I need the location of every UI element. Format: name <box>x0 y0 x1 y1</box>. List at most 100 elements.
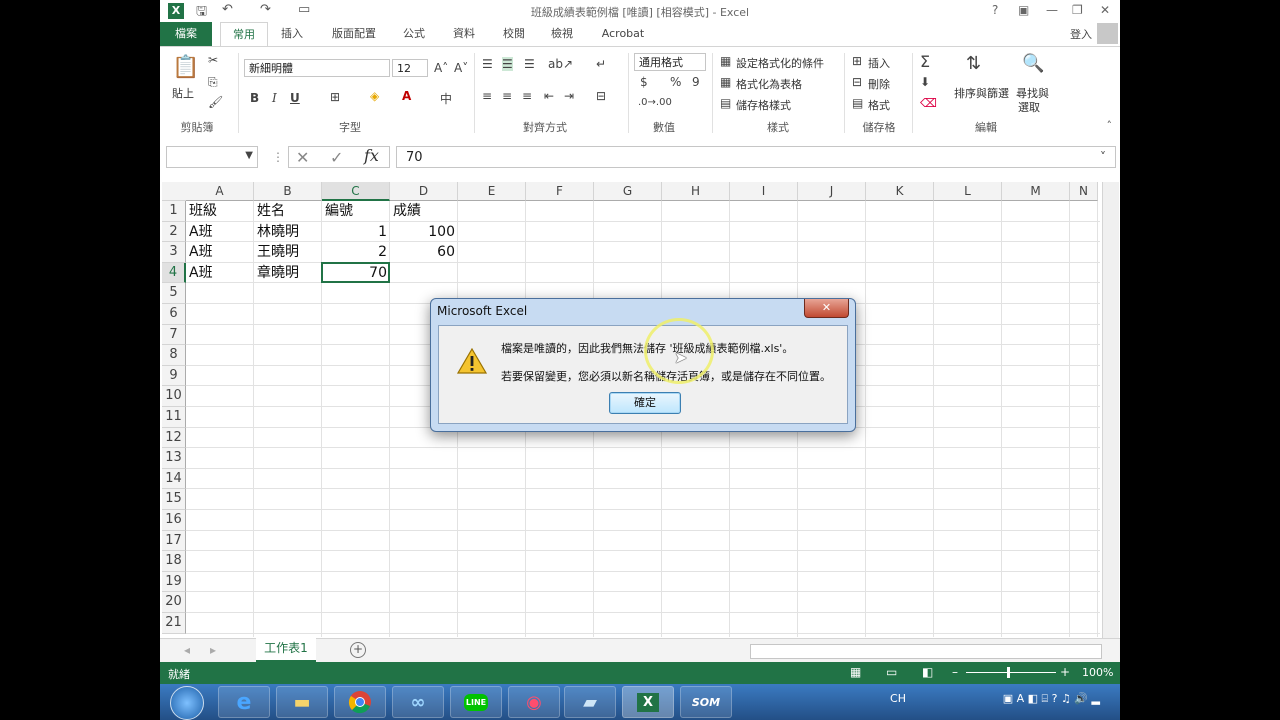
cell-b2[interactable]: 林曉明 <box>254 222 322 242</box>
column-header-j[interactable]: J <box>798 182 866 201</box>
tab-acrobat[interactable]: Acrobat <box>596 22 650 46</box>
ie-icon[interactable]: e <box>218 686 270 718</box>
align-left-icon[interactable]: ≡ <box>482 89 492 103</box>
find-select-icon[interactable]: 🔍 <box>1022 53 1044 74</box>
number-format-combo[interactable]: 通用格式 <box>634 53 706 71</box>
borders-icon[interactable]: ⊞ <box>330 90 340 104</box>
orientation-icon[interactable]: ab↗ <box>548 57 573 71</box>
row-header-7[interactable]: 7 <box>162 324 186 346</box>
row-header-20[interactable]: 20 <box>162 592 186 613</box>
autosum-icon[interactable]: Σ <box>920 52 930 71</box>
row-header-17[interactable]: 17 <box>162 530 186 552</box>
tab-home[interactable]: 常用 <box>220 22 268 47</box>
conditional-format-icon[interactable]: ▦ <box>720 54 731 68</box>
row-header-14[interactable]: 14 <box>162 468 186 490</box>
chrome-icon[interactable] <box>334 686 386 718</box>
sort-filter-button[interactable]: 排序與篩選 <box>954 85 1009 101</box>
cell-d3[interactable]: 60 <box>390 242 458 262</box>
restore-icon[interactable]: ❐ <box>1072 3 1083 17</box>
som-app-icon[interactable]: SOM <box>680 686 732 718</box>
row-header-9[interactable]: 9 <box>162 365 186 387</box>
zoom-in-icon[interactable]: + <box>1060 665 1070 679</box>
row-header-2[interactable]: 2 <box>162 221 186 243</box>
increase-indent-icon[interactable]: ⇥ <box>564 89 574 103</box>
row-header-13[interactable]: 13 <box>162 448 186 469</box>
italic-button[interactable]: I <box>272 91 277 105</box>
insert-cells-button[interactable]: 插入 <box>868 55 890 71</box>
system-tray-icons[interactable]: ▣ A ◧ ⌸ ? ♫ 🔊 ▂ <box>1003 692 1100 706</box>
start-button[interactable] <box>170 686 204 720</box>
cell-d1[interactable]: 成績 <box>390 201 458 221</box>
bold-button[interactable]: B <box>250 91 259 105</box>
font-name-combo[interactable]: 新細明體 <box>244 59 390 77</box>
line-app-icon[interactable]: LINE <box>450 686 502 718</box>
page-layout-view-icon[interactable]: ▭ <box>886 665 897 679</box>
redo-icon[interactable]: ↷ <box>260 2 271 17</box>
clear-icon[interactable]: ⌫ <box>920 96 937 110</box>
format-table-icon[interactable]: ▦ <box>720 75 731 89</box>
align-bottom-icon[interactable]: ☰ <box>524 57 535 71</box>
shrink-font-icon[interactable]: A˅ <box>454 61 468 75</box>
column-header-d[interactable]: D <box>390 182 458 201</box>
percent-button[interactable]: % <box>670 75 681 89</box>
row-header-3[interactable]: 3 <box>162 242 186 263</box>
page-break-view-icon[interactable]: ◧ <box>922 665 933 679</box>
row-header-12[interactable]: 12 <box>162 427 186 449</box>
lips-app-icon[interactable]: ◉ <box>508 686 560 718</box>
signin-link[interactable]: 登入 <box>1070 26 1092 42</box>
help-button[interactable]: ? <box>992 3 998 17</box>
cell-a2[interactable]: A班 <box>186 222 254 242</box>
prev-sheet-icon[interactable]: ◂ <box>184 643 190 657</box>
sheet-tab[interactable]: 工作表1 <box>256 638 316 662</box>
undo-icon[interactable]: ↶ <box>222 2 233 17</box>
cell-a1[interactable]: 班級 <box>186 201 254 221</box>
select-button[interactable]: 選取 <box>1018 99 1040 115</box>
tab-formulas[interactable]: 公式 <box>394 22 434 46</box>
row-header-6[interactable]: 6 <box>162 304 186 325</box>
collapse-ribbon-icon[interactable]: ˄ <box>1107 119 1113 132</box>
grow-font-icon[interactable]: A˄ <box>434 61 448 75</box>
tab-insert[interactable]: 插入 <box>272 22 312 46</box>
paste-button[interactable]: 貼上 <box>172 85 194 101</box>
insert-function-button[interactable]: fx <box>364 146 379 165</box>
tab-file[interactable]: 檔案 <box>160 22 212 46</box>
excel-taskbar-icon[interactable]: X <box>622 686 674 718</box>
conditional-format-button[interactable]: 設定格式化的條件 <box>736 55 824 71</box>
format-painter-icon[interactable]: 🖌 <box>208 95 223 109</box>
language-indicator[interactable]: CH <box>890 692 906 705</box>
tab-data[interactable]: 資料 <box>444 22 484 46</box>
zoom-out-icon[interactable]: – <box>952 665 958 679</box>
tab-view[interactable]: 檢視 <box>542 22 582 46</box>
ribbon-display-icon[interactable]: ▣ <box>1018 3 1029 17</box>
delete-cells-icon[interactable]: ⊟ <box>852 75 862 89</box>
row-header-18[interactable]: 18 <box>162 551 186 572</box>
cell-a4[interactable]: A班 <box>186 263 254 283</box>
row-header-15[interactable]: 15 <box>162 489 186 510</box>
cell-d2[interactable]: 100 <box>390 222 458 242</box>
cell-a3[interactable]: A班 <box>186 242 254 262</box>
cell-c2[interactable]: 1 <box>322 222 390 242</box>
align-right-icon[interactable]: ≡ <box>522 89 532 103</box>
zoom-slider[interactable] <box>966 672 1056 673</box>
tab-review[interactable]: 校閱 <box>494 22 534 46</box>
formula-input[interactable] <box>396 146 1116 168</box>
column-header-m[interactable]: M <box>1002 182 1070 201</box>
format-as-table-button[interactable]: 格式化為表格 <box>736 76 802 92</box>
column-header-k[interactable]: K <box>866 182 934 201</box>
row-header-21[interactable]: 21 <box>162 613 186 634</box>
name-box[interactable]: ▼ <box>166 146 258 168</box>
paste-icon[interactable]: 📋 <box>172 55 199 80</box>
add-sheet-icon[interactable]: + <box>350 642 366 658</box>
comma-button[interactable]: 9 <box>692 75 700 89</box>
row-header-19[interactable]: 19 <box>162 571 186 593</box>
column-header-b[interactable]: B <box>254 182 322 201</box>
row-header-8[interactable]: 8 <box>162 345 186 366</box>
currency-button[interactable]: $ <box>640 75 648 89</box>
cancel-icon[interactable]: ✕ <box>296 148 309 167</box>
delete-cells-button[interactable]: 刪除 <box>868 76 890 92</box>
row-header-10[interactable]: 10 <box>162 386 186 407</box>
fill-color-icon[interactable]: ◈ <box>370 89 379 103</box>
row-header-11[interactable]: 11 <box>162 407 186 428</box>
save-icon[interactable]: 🖫 <box>196 2 207 24</box>
dialog-close-button[interactable]: ✕ <box>804 299 849 318</box>
